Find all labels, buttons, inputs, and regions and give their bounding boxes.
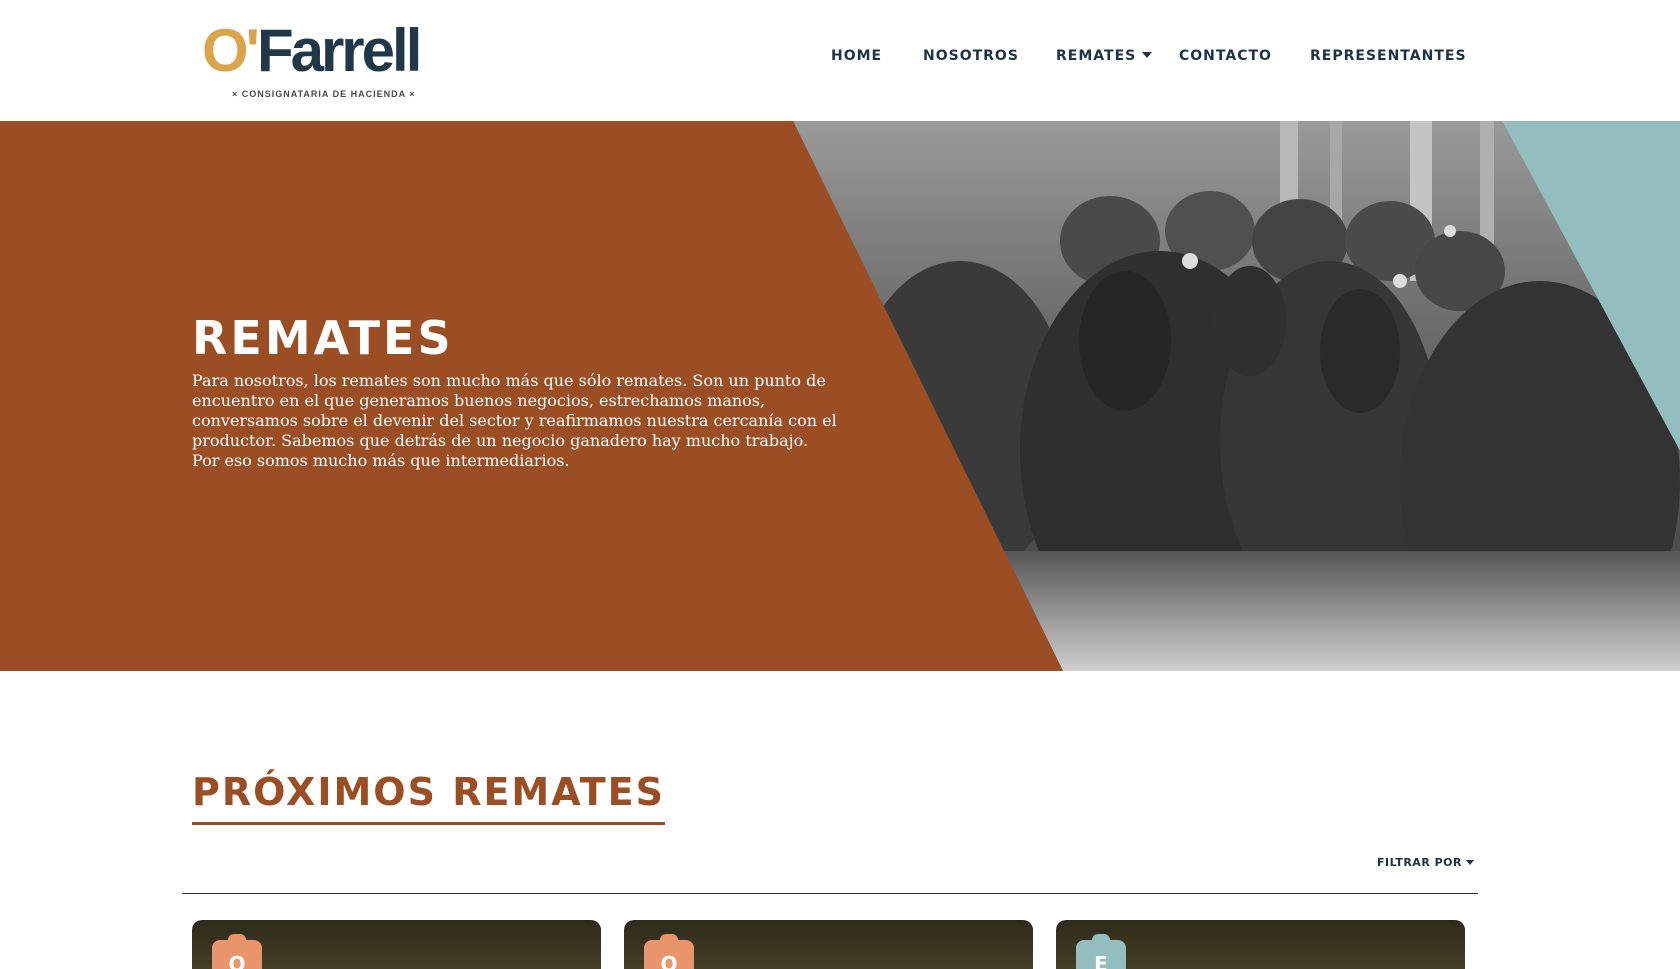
nav-remates[interactable]: REMATES — [1056, 48, 1153, 64]
section-title-proximos-remates: PRÓXIMOS REMATES — [192, 770, 665, 825]
filter-dropdown[interactable]: FILTRAR POR — [1377, 856, 1474, 869]
logo-farrell: Farrell — [256, 17, 422, 84]
auction-card[interactable]: O — [192, 920, 601, 969]
ear-tag-icon: E — [1076, 934, 1126, 969]
card-tag-letter: O — [660, 952, 678, 969]
ear-tag-icon: O — [212, 934, 262, 969]
chevron-down-icon — [1466, 860, 1474, 865]
hero-banner: REMATES Para nosotros, los remates son m… — [0, 121, 1680, 671]
nav-contacto[interactable]: CONTACTO — [1179, 48, 1272, 64]
site-header: O'Farrell × CONSIGNATARIA DE HACIENDA × … — [0, 0, 1680, 121]
logo-tagline: × CONSIGNATARIA DE HACIENDA × — [232, 89, 416, 99]
card-tag-letter: E — [1094, 952, 1108, 969]
auction-card[interactable]: O — [624, 920, 1033, 969]
logo-o: O' — [202, 17, 260, 84]
hero-description: Para nosotros, los remates son mucho más… — [192, 371, 837, 470]
filter-label: FILTRAR POR — [1377, 856, 1462, 869]
nav-home[interactable]: HOME — [831, 48, 882, 64]
card-tag-letter: O — [228, 952, 246, 969]
ear-tag-icon: O — [644, 934, 694, 969]
nav-nosotros[interactable]: NOSOTROS — [923, 48, 1019, 64]
section-divider — [182, 893, 1478, 894]
auction-card[interactable]: E — [1056, 920, 1465, 969]
ofarrell-logo[interactable]: O'Farrell × CONSIGNATARIA DE HACIENDA × — [202, 16, 447, 102]
logo-wordmark: O'Farrell — [202, 16, 422, 86]
hero-title: REMATES — [192, 311, 454, 365]
chevron-down-icon — [1142, 52, 1153, 58]
nav-representantes[interactable]: REPRESENTANTES — [1310, 48, 1467, 64]
nav-remates-label: REMATES — [1056, 48, 1137, 64]
